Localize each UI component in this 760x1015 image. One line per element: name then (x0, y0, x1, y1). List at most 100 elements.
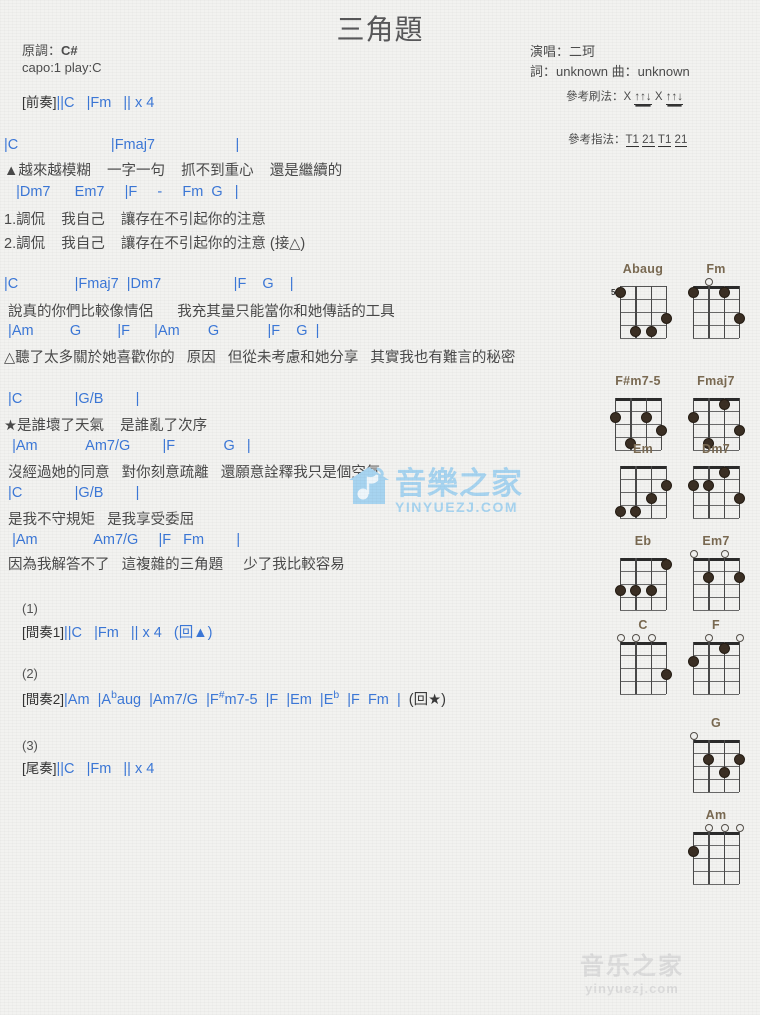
fret-line (693, 479, 739, 481)
chorus-lyric-line-3: 是我不守規矩 是我享受委屈 (0, 512, 195, 528)
interlude2-chord: | (396, 692, 401, 708)
fret-line (693, 753, 739, 755)
fret-line (693, 779, 739, 781)
finger-dot (718, 467, 730, 478)
chorus-chord-line-4: |Am Am7/G |F Fm | (0, 532, 241, 548)
watermark-middle-sub: YINYUEZJ.COM (395, 499, 519, 515)
fretboard-grid (620, 642, 672, 696)
fretboard-grid (688, 832, 741, 886)
string-line (739, 740, 741, 792)
interlude2-chord: |Am (64, 692, 90, 708)
fret-line (620, 681, 666, 683)
fretboard-grid (688, 642, 741, 696)
open-string-row (612, 633, 674, 642)
open-string-row (685, 633, 747, 642)
watermark-bottom-sub: yinyuezj.com (585, 981, 679, 996)
fret-line (693, 571, 739, 573)
open-string-row (685, 549, 747, 558)
fret-line (693, 681, 739, 683)
finger-dot (703, 480, 715, 491)
finger-dot (645, 585, 657, 596)
open-string-circle-icon (632, 634, 641, 642)
string-line (739, 466, 741, 518)
string-line (723, 558, 725, 610)
fret-line (693, 655, 739, 657)
string-line (620, 642, 622, 694)
nut-line (693, 558, 739, 561)
chord-sheet: 三角題 原調：C# capo:1 play:C 演唱：二珂 詞：unknown … (0, 0, 760, 1015)
string-line (693, 740, 695, 792)
credit-info: 詞：unknown 曲：unknown (530, 64, 690, 79)
chord-diagram-f-m7-5: F#m7-5 (607, 374, 669, 452)
chord-diagram-name: G (710, 716, 722, 730)
nut-line (693, 398, 739, 401)
fret-line (620, 597, 666, 599)
interlude2-row: [間奏2]|Am |Abaug |Am7/G |F#m7-5 |F |Em |E… (22, 688, 446, 709)
interlude2-chord: |Abaug (97, 690, 142, 708)
fret-line (693, 411, 739, 413)
watermark-middle-text: 音樂之家 (395, 466, 523, 501)
open-string-circle-icon (736, 824, 744, 832)
finger-label: 參考指法： (568, 134, 626, 146)
open-string-circle-icon (690, 550, 698, 558)
string-line (708, 740, 710, 792)
singer-label: 演唱： (530, 44, 570, 59)
watermark-bottom: 音乐之家 yinyuezj.com (580, 953, 684, 997)
chord-accidental: # (218, 690, 225, 702)
intro-chords: ||C |Fm || x 4 (56, 95, 155, 111)
string-line (650, 558, 652, 610)
finger-dot (718, 767, 730, 778)
finger-dot (734, 425, 745, 436)
fret-line (693, 597, 739, 599)
interlude1-section-label: [間奏1] (22, 625, 65, 640)
fretboard-grid (688, 466, 745, 520)
string-line (708, 466, 710, 518)
fretboard-grid (615, 558, 672, 612)
chord-diagram-name: Em7 (702, 534, 730, 548)
chord-diagram-g: G (685, 716, 747, 794)
interlude2-chord: |F#m7-5 (206, 690, 258, 708)
nut-line (693, 642, 739, 645)
finger-dot (703, 754, 715, 765)
fret-line (620, 518, 666, 520)
intro-section-label: [前奏] (22, 95, 57, 110)
verse2-chord-line-2: |Am G |F |Am G |F G | (0, 323, 320, 339)
interlude2-chord: |F (347, 692, 360, 708)
watermark-bottom-text: 音乐之家 (580, 953, 684, 980)
fret-line (693, 884, 739, 886)
finger-dot (688, 656, 699, 667)
fret-line (693, 492, 739, 494)
chorus-lyric-line-2: 沒經過她的同意 對你刻意疏離 還願意詮釋我只是個空氣 (0, 465, 381, 481)
chord-accidental: b (111, 690, 117, 702)
interlude2-repeat-note: (回★) (408, 692, 446, 708)
finger-dot (656, 425, 667, 436)
open-string-row (612, 457, 674, 466)
fret-line (620, 668, 666, 670)
fret-line (693, 338, 739, 340)
string-line (635, 558, 637, 610)
finger-dot (661, 313, 672, 324)
chord-diagram-dm7: Dm7 (685, 442, 747, 520)
finger-dot (630, 585, 642, 596)
finger-dot (661, 669, 672, 680)
chord-diagram-eb: Eb (612, 534, 674, 612)
finger-dot (615, 585, 626, 596)
fret-line (693, 792, 739, 794)
open-string-row (685, 389, 747, 398)
chord-accidental: b (333, 690, 340, 702)
open-string-circle-icon (705, 278, 714, 286)
fret-line (615, 424, 661, 426)
finger-dot (610, 412, 621, 423)
chord-diagram-name: Dm7 (702, 442, 730, 456)
interlude2-chord: |Em (286, 692, 312, 708)
verse1-chord-line-2: |Dm7 Em7 |F - Fm G | (0, 184, 239, 200)
interlude1-chords: ||C |Fm || x 4 (回▲) (64, 625, 213, 641)
finger-dot (615, 287, 626, 298)
fret-position-label: 5 (611, 287, 616, 297)
fret-line (693, 584, 739, 586)
finger-dot (645, 326, 657, 337)
finger-dot (630, 326, 642, 337)
fret-line (620, 312, 666, 314)
string-line (723, 832, 725, 884)
open-string-circle-icon (736, 634, 744, 642)
